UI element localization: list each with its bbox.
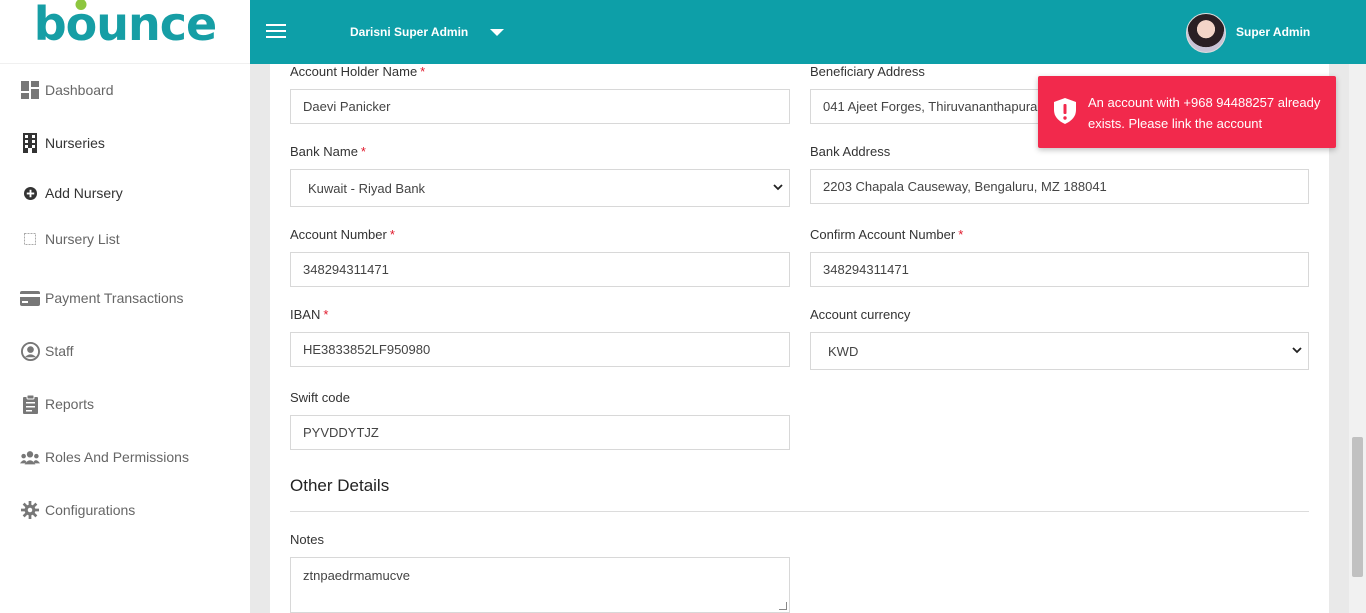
- sidebar-item-label: Reports: [45, 396, 95, 412]
- bank-address-field[interactable]: 2203 Chapala Causeway, Bengaluru, MZ 188…: [810, 169, 1309, 204]
- iban-label: IBAN *: [290, 307, 329, 322]
- confirm-account-number-label: Confirm Account Number *: [810, 227, 964, 242]
- sidebar-item-label: Roles And Permissions: [45, 449, 189, 465]
- other-details-title: Other Details: [290, 476, 390, 495]
- users-icon: [20, 447, 40, 467]
- sidebar-item-label: Add Nursery: [45, 185, 123, 201]
- logo-area: bounce: [0, 0, 250, 64]
- sidebar-item-label: Nursery List: [45, 231, 120, 247]
- sidebar-item-reports[interactable]: Reports: [0, 389, 250, 419]
- bank-name-select[interactable]: Kuwait - Riyad Bank: [290, 169, 790, 207]
- chevron-down-icon: [1292, 345, 1302, 357]
- account-holder-label: Account Holder Name *: [290, 64, 426, 79]
- account-number-field[interactable]: 348294311471: [290, 252, 790, 287]
- dashboard-icon: [20, 80, 40, 100]
- notes-label: Notes: [290, 532, 324, 547]
- page-scrollbar[interactable]: [1349, 64, 1366, 613]
- bounce-logo[interactable]: bounce: [34, 1, 218, 47]
- notes-value: ztnpaedrmamucve: [303, 568, 410, 583]
- sidebar-item-label: Staff: [45, 343, 74, 359]
- sidebar-item-label: Payment Transactions: [45, 290, 184, 306]
- error-toast[interactable]: An account with +968 94488257 already ex…: [1038, 76, 1336, 148]
- tenant-selector[interactable]: Darisni Super Admin: [350, 25, 468, 39]
- sidebar-item-label: Dashboard: [45, 82, 114, 98]
- account-number-label: Account Number *: [290, 227, 395, 242]
- sidebar-item-label: Configurations: [45, 502, 136, 518]
- sidebar-item-configurations[interactable]: Configurations: [0, 495, 250, 525]
- currency-value: KWD: [828, 343, 859, 359]
- chevron-down-icon[interactable]: [490, 29, 504, 36]
- account-currency-label: Account currency: [810, 307, 911, 322]
- user-name[interactable]: Super Admin: [1236, 25, 1310, 39]
- user-circle-icon: [20, 341, 40, 361]
- scrollbar-thumb[interactable]: [1352, 437, 1363, 577]
- bank-name-value: Kuwait - Riyad Bank: [308, 180, 426, 196]
- swift-code-field[interactable]: PYVDDYTJZ: [290, 415, 790, 450]
- sidebar-item-roles-and-permissions[interactable]: Roles And Permissions: [0, 442, 250, 472]
- sidebar-item-label: Nurseries: [45, 135, 105, 151]
- building-icon: [20, 133, 40, 153]
- notes-textarea[interactable]: ztnpaedrmamucve: [290, 557, 790, 613]
- account-currency-select[interactable]: KWD: [810, 332, 1309, 370]
- iban-field[interactable]: HE3833852LF950980: [290, 332, 790, 367]
- sidebar-item-nurseries[interactable]: Nurseries: [0, 128, 250, 158]
- swift-code-label: Swift code: [290, 390, 350, 405]
- menu-toggle-icon[interactable]: [266, 24, 286, 40]
- bank-address-label: Bank Address: [810, 144, 891, 159]
- shield-alert-icon: [1054, 98, 1076, 124]
- sidebar-item-dashboard[interactable]: Dashboard: [0, 75, 250, 105]
- sidebar: bounce Dashboard Nurseries Add Nursery N…: [0, 0, 250, 613]
- resize-handle-icon[interactable]: [779, 602, 787, 610]
- top-header: Darisni Super Admin Super Admin: [250, 0, 1366, 64]
- credit-card-icon: [20, 288, 40, 308]
- sidebar-item-payment-transactions[interactable]: Payment Transactions: [0, 283, 250, 313]
- sidebar-item-staff[interactable]: Staff: [0, 336, 250, 366]
- sidebar-item-nursery-list[interactable]: Nursery List: [0, 224, 250, 254]
- sidebar-item-add-nursery[interactable]: Add Nursery: [0, 178, 250, 208]
- avatar[interactable]: [1186, 13, 1226, 53]
- clipboard-icon: [20, 394, 40, 414]
- square-icon: [20, 229, 40, 249]
- confirm-account-number-field[interactable]: 348294311471: [810, 252, 1309, 287]
- bank-name-label: Bank Name *: [290, 144, 366, 159]
- account-holder-field[interactable]: Daevi Panicker: [290, 89, 790, 124]
- section-divider: [290, 511, 1309, 512]
- plus-circle-icon: [20, 183, 40, 203]
- toast-message: An account with +968 94488257 already ex…: [1088, 95, 1321, 131]
- gear-icon: [20, 500, 40, 520]
- chevron-down-icon: [773, 182, 783, 194]
- beneficiary-address-label: Beneficiary Address: [810, 64, 925, 79]
